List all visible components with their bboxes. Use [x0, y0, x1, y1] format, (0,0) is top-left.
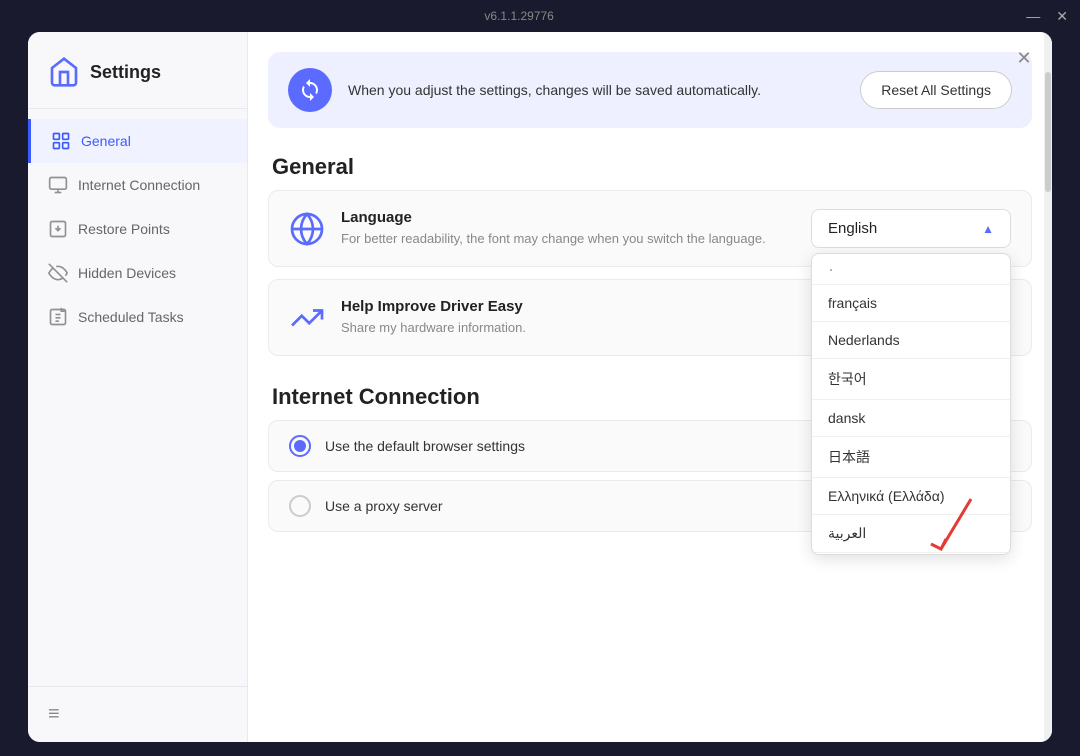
sidebar-nav: General Internet Connection — [28, 109, 247, 686]
radio-proxy-outer — [289, 495, 311, 517]
lang-option-dansk[interactable]: dansk — [812, 400, 1010, 437]
sidebar-item-scheduled-label: Scheduled Tasks — [78, 309, 184, 325]
lang-option-arabic[interactable]: العربية — [812, 515, 1010, 553]
reset-all-settings-button[interactable]: Reset All Settings — [860, 71, 1012, 109]
lang-option-nederlands[interactable]: Nederlands — [812, 322, 1010, 359]
sidebar-item-general[interactable]: General — [28, 119, 247, 163]
language-dropdown-menu[interactable]: · français Nederlands 한국어 dansk 日本語 Ελλη… — [811, 253, 1011, 555]
radio-proxy-label: Use a proxy server — [325, 498, 442, 514]
sidebar-menu-icon[interactable]: ≡ — [48, 703, 60, 725]
sidebar-item-internet-label: Internet Connection — [78, 177, 200, 193]
lang-option-greek[interactable]: Ελληνικά (Ελλάδα) — [812, 478, 1010, 515]
scheduled-icon — [48, 307, 68, 327]
main-content: ✕ When you adjust the settings, changes … — [248, 32, 1052, 742]
lang-option-japanese[interactable]: 日本語 — [812, 437, 1010, 478]
hidden-icon — [48, 263, 68, 283]
window-controls[interactable]: — ✕ — [1026, 8, 1068, 25]
lang-option-francais[interactable]: français — [812, 285, 1010, 322]
language-info: Language For better readability, the fon… — [341, 209, 795, 248]
settings-header-icon — [48, 56, 80, 88]
internet-icon — [48, 175, 68, 195]
radio-default-outer — [289, 435, 311, 457]
language-icon — [289, 211, 325, 247]
scrollbar-thumb[interactable] — [1045, 72, 1051, 192]
sidebar-item-scheduled[interactable]: Scheduled Tasks — [28, 295, 247, 339]
sidebar-item-internet[interactable]: Internet Connection — [28, 163, 247, 207]
sidebar-header: Settings — [28, 32, 247, 109]
sidebar-item-restore[interactable]: Restore Points — [28, 207, 247, 251]
minimize-button[interactable]: — — [1026, 8, 1040, 25]
lang-option-korean[interactable]: 한국어 — [812, 359, 1010, 400]
lang-option-czech[interactable]: čeština — [812, 553, 1010, 554]
info-banner-text: When you adjust the settings, changes wi… — [348, 80, 844, 101]
chart-icon — [289, 300, 325, 336]
selected-language-label: English — [828, 220, 877, 237]
close-button[interactable]: ✕ — [1012, 46, 1036, 70]
general-section-title: General — [248, 138, 1052, 190]
restore-icon — [48, 219, 68, 239]
language-setting-card: Language For better readability, the fon… — [268, 190, 1032, 267]
sidebar: Settings General — [28, 32, 248, 742]
title-bar: v6.1.1.29776 — ✕ — [0, 0, 1080, 32]
general-icon — [51, 131, 71, 151]
radio-default-label: Use the default browser settings — [325, 438, 525, 454]
sidebar-item-hidden[interactable]: Hidden Devices — [28, 251, 247, 295]
sidebar-title: Settings — [90, 62, 161, 83]
language-label: Language — [341, 209, 795, 226]
language-dropdown[interactable]: English ▲ · français Nederlands 한국어 dans… — [811, 209, 1011, 248]
radio-default-inner — [294, 440, 306, 452]
sync-icon — [288, 68, 332, 112]
scrollbar-track[interactable] — [1044, 32, 1052, 742]
app-window: Settings General — [28, 32, 1052, 742]
dropdown-arrow-icon: ▲ — [982, 222, 994, 236]
language-control[interactable]: English ▲ · français Nederlands 한국어 dans… — [811, 209, 1011, 248]
language-description: For better readability, the font may cha… — [341, 230, 795, 248]
sidebar-item-restore-label: Restore Points — [78, 221, 170, 237]
close-title-button[interactable]: ✕ — [1056, 8, 1068, 25]
sidebar-item-hidden-label: Hidden Devices — [78, 265, 176, 281]
lang-option-dot[interactable]: · — [812, 254, 1010, 285]
sidebar-item-general-label: General — [81, 133, 131, 149]
sidebar-bottom[interactable]: ≡ — [28, 686, 247, 742]
version-label: v6.1.1.29776 — [484, 9, 553, 23]
info-banner: When you adjust the settings, changes wi… — [268, 52, 1032, 128]
language-dropdown-selected[interactable]: English ▲ — [811, 209, 1011, 248]
